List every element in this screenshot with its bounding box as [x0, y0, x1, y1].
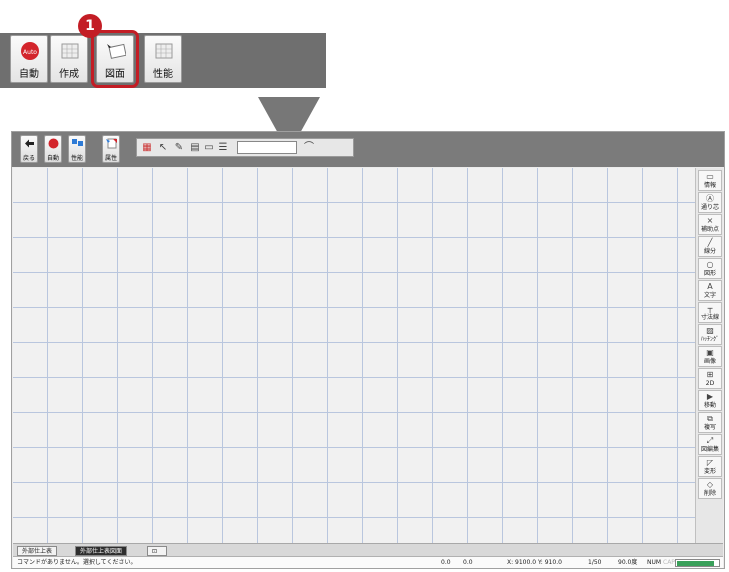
drawing-icon [107, 43, 126, 59]
move-icon: ▶ [706, 392, 714, 401]
cross-point-icon: × [706, 216, 714, 225]
status-num: NUM [647, 559, 662, 566]
drawing-tool-strip: ▦ ↖ ✎ ▤ ▭ ☰ ⌒ [136, 138, 354, 157]
palette-text[interactable]: A 文字 [698, 280, 722, 301]
status-bar: コマンドがありません。選択してください。 0.0 0.0 X: 9100.0 Y… [13, 556, 723, 568]
tab-exterior-finish-drawing[interactable]: 外部仕上表図面 [75, 546, 128, 556]
2d-icon: ⊞ [706, 370, 714, 379]
attribute-icon [106, 138, 117, 149]
palette-transform[interactable]: ◸ 変形 [698, 456, 722, 477]
palette-delete[interactable]: ◇ 削除 [698, 478, 722, 499]
status-xy: X: 9100.0 Y: 910.0 [507, 559, 562, 566]
edit-icon: ⤢ [706, 436, 714, 445]
performance-label: 性能 [153, 69, 173, 80]
progress-bar [675, 559, 720, 567]
create-icon [61, 43, 79, 59]
palette-2d[interactable]: ⊞ 2D [698, 368, 722, 389]
back-button[interactable]: 戻る [20, 135, 38, 163]
main-toolbar: 戻る 自動 性能 属性 ▦ ↖ ✎ ▤ ▭ ☰ ⌒ [12, 132, 724, 167]
ruler-icon: ▭ [706, 172, 714, 181]
performance-button[interactable]: 性能 [144, 35, 182, 83]
tool-palette: ▭ 情報 Ⓐ 通り芯 × 補助点 ╱ 線分 ○ 図形 A 文字 ┬ 寸法線 ▨ ﾊｯﾁﾝｸﾞ ▣… [695, 168, 723, 543]
back-label: 戻る [22, 155, 35, 162]
hatching-icon: ▨ [706, 326, 714, 335]
progress-fill [677, 561, 714, 566]
auto-button[interactable]: Auto 自動 [10, 35, 48, 83]
drawing-canvas[interactable] [13, 168, 696, 543]
callout-toolbar: Auto 自動 作成 図面 性能 [0, 30, 326, 88]
page-icon[interactable]: ▭ [203, 142, 215, 154]
auto-icon: Auto [21, 42, 39, 60]
drawing-button[interactable]: 図面 [91, 30, 139, 88]
status-coord-b: 0.0 [463, 559, 473, 566]
palette-info[interactable]: ▭ 情報 [698, 170, 722, 191]
performance-toolbar-label: 性能 [70, 155, 83, 162]
palette-axis[interactable]: Ⓐ 通り芯 [698, 192, 722, 213]
sheet-tabs: 外部仕上表 外部仕上表図面 ⊡ [13, 543, 723, 557]
image-icon: ▣ [706, 348, 714, 357]
drawing-label: 図面 [105, 69, 125, 80]
palette-copy[interactable]: ⧉ 複写 [698, 412, 722, 433]
performance-toolbar-button[interactable]: 性能 [68, 135, 86, 163]
draw-curve-icon[interactable]: ⌒ [303, 142, 315, 154]
attribute-label: 属性 [104, 155, 117, 162]
performance-icon [155, 43, 173, 59]
shape-icon: ○ [706, 260, 714, 269]
grid-axis-icon: Ⓐ [706, 194, 714, 203]
palette-shape[interactable]: ○ 図形 [698, 258, 722, 279]
zoom-input[interactable] [237, 141, 297, 154]
text-icon: A [707, 282, 713, 291]
attribute-button[interactable]: 属性 [102, 135, 120, 163]
status-coord-a: 0.0 [441, 559, 451, 566]
text-tool-icon[interactable]: ▤ [189, 142, 201, 154]
new-tab-icon[interactable]: ⊡ [147, 546, 167, 556]
palette-image[interactable]: ▣ 画像 [698, 346, 722, 367]
pointer-icon[interactable]: ↖ [157, 142, 169, 154]
pen-icon[interactable]: ✎ [173, 142, 185, 154]
create-button[interactable]: 作成 [50, 35, 88, 83]
palette-move[interactable]: ▶ 移動 [698, 390, 722, 411]
auto-icon [48, 138, 59, 149]
palette-aux-point[interactable]: × 補助点 [698, 214, 722, 235]
dimension-icon: ┬ [707, 304, 713, 313]
create-label: 作成 [59, 69, 79, 80]
eraser-icon: ◇ [706, 480, 714, 489]
performance-icon [72, 139, 83, 146]
app-window: 戻る 自動 性能 属性 ▦ ↖ ✎ ▤ ▭ ☰ ⌒ ▭ 情報 Ⓐ 通り芯 × 補… [11, 131, 725, 569]
auto-label: 自動 [19, 69, 39, 80]
select-grid-icon[interactable]: ▦ [141, 142, 153, 154]
transform-icon: ◸ [706, 458, 714, 467]
auto-toolbar-label: 自動 [46, 155, 59, 162]
back-arrow-icon [25, 139, 34, 148]
layer-icon[interactable]: ☰ [217, 142, 229, 154]
palette-dimension[interactable]: ┬ 寸法線 [698, 302, 722, 323]
palette-line[interactable]: ╱ 線分 [698, 236, 722, 257]
svg-text:Auto: Auto [23, 49, 37, 56]
tab-exterior-finish-table[interactable]: 外部仕上表 [17, 546, 58, 556]
copy-icon: ⧉ [707, 414, 713, 423]
palette-hatching[interactable]: ▨ ﾊｯﾁﾝｸﾞ [698, 324, 722, 345]
status-angle: 90.0度 [618, 559, 638, 566]
line-icon: ╱ [707, 238, 713, 247]
auto-toolbar-button[interactable]: 自動 [44, 135, 62, 163]
step-badge: 1 [78, 14, 102, 38]
status-scale: 1/50 [588, 559, 602, 566]
status-message: コマンドがありません。選択してください。 [17, 559, 137, 566]
palette-edit[interactable]: ⤢ 図編集 [698, 434, 722, 455]
